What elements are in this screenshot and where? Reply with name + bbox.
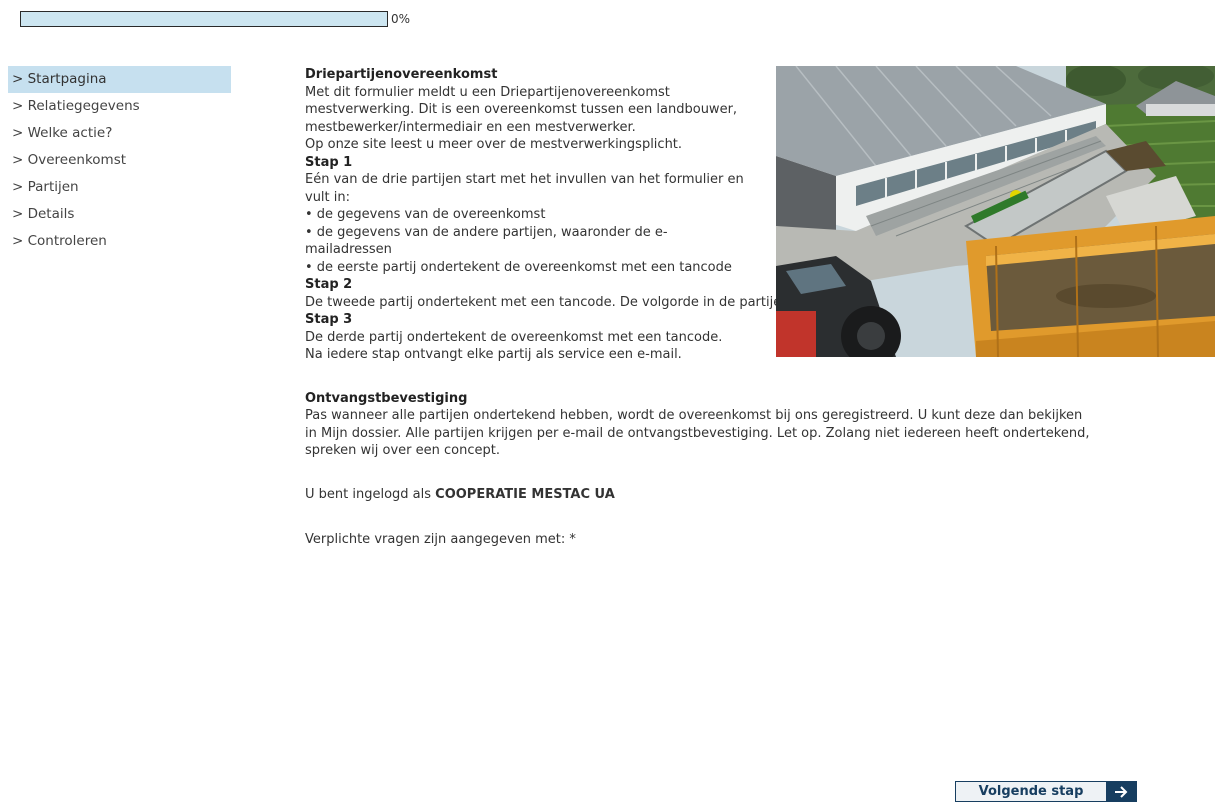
- confirmation-text: Pas wanneer alle partijen ondertekend he…: [305, 408, 1090, 458]
- login-prefix: U bent ingelogd als: [305, 486, 436, 502]
- step1-bullet: • de gegevens van de andere partijen, wa…: [305, 224, 668, 258]
- next-step-button[interactable]: Volgende stap: [955, 781, 1137, 802]
- page-title: Driepartijenovereenkomst: [305, 67, 498, 82]
- arrow-right-icon: [1106, 782, 1136, 801]
- confirmation-heading: Ontvangstbevestiging: [305, 390, 468, 406]
- intro-block: Driepartijenovereenkomst Met dit formuli…: [305, 66, 745, 276]
- login-info: U bent ingelogd als COOPERATIE MESTAC UA: [305, 486, 1095, 504]
- step1-heading: Stap 1: [305, 154, 353, 170]
- next-step-label: Volgende stap: [956, 782, 1106, 801]
- sidebar-item-startpagina[interactable]: > Startpagina: [8, 66, 231, 93]
- sidebar-item-overeenkomst[interactable]: > Overeenkomst: [8, 147, 231, 174]
- barn-photo: [776, 66, 1215, 357]
- required-note: Verplichte vragen zijn aangegeven met: *: [305, 532, 576, 547]
- sidebar-item-partijen[interactable]: > Partijen: [8, 174, 231, 201]
- step1-bullet: • de gegevens van de overeenkomst: [305, 207, 546, 222]
- barn-illustration: [776, 66, 1215, 357]
- sidebar-item-controleren[interactable]: > Controleren: [8, 228, 231, 255]
- site-note: Op onze site leest u meer over de mestve…: [305, 137, 683, 152]
- sidebar-item-relatiegegevens[interactable]: > Relatiegegevens: [8, 93, 231, 120]
- sidebar-item-welke-actie[interactable]: > Welke actie?: [8, 120, 231, 147]
- progress-percentage: 0%: [391, 12, 411, 26]
- sidebar-item-details[interactable]: > Details: [8, 201, 231, 228]
- sidebar-nav: > Startpagina > Relatiegegevens > Welke …: [8, 66, 231, 255]
- login-name: COOPERATIE MESTAC UA: [435, 486, 615, 502]
- progress-bar: [20, 11, 388, 27]
- step1-bullet: • de eerste partij ondertekent de overee…: [305, 259, 732, 275]
- step1-text: Eén van de drie partijen start met het i…: [305, 172, 744, 205]
- intro-text: Met dit formulier meldt u een Driepartij…: [305, 84, 738, 135]
